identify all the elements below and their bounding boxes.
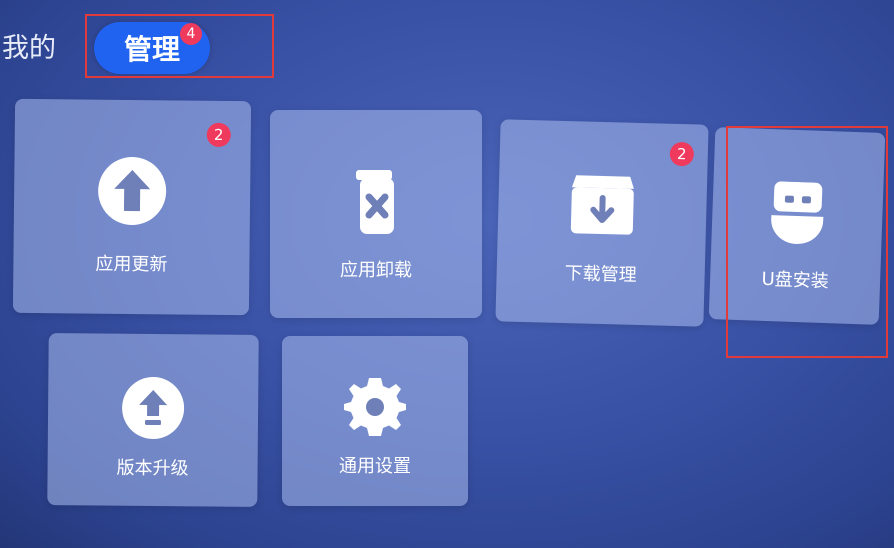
highlight-box-usb bbox=[726, 126, 888, 358]
tile-badge-app-update: 2 bbox=[206, 122, 231, 148]
tile-label-app-uninstall: 应用卸载 bbox=[340, 260, 412, 281]
upload-circle-icon bbox=[98, 157, 167, 226]
upgrade-circle-icon bbox=[122, 377, 185, 440]
tile-app-uninstall[interactable]: 应用卸载 bbox=[270, 110, 482, 318]
tab-mine[interactable]: 我的 bbox=[2, 26, 56, 65]
download-box-icon bbox=[570, 175, 634, 235]
tile-label-app-update: 应用更新 bbox=[95, 253, 168, 276]
management-screen: 我的 管理 4 应用更新 2 应用卸载 下载管理 2 U盘安装 版本升级 通用设… bbox=[0, 0, 894, 548]
tile-version-upgrade[interactable]: 版本升级 bbox=[47, 333, 259, 507]
tile-download-manage[interactable]: 下载管理 2 bbox=[495, 119, 709, 327]
tile-label-general-settings: 通用设置 bbox=[339, 456, 411, 477]
tile-badge-download-manage: 2 bbox=[669, 141, 695, 167]
tile-general-settings[interactable]: 通用设置 bbox=[282, 336, 468, 506]
trash-icon bbox=[356, 170, 394, 234]
tile-app-update[interactable]: 应用更新 2 bbox=[12, 98, 252, 316]
tile-label-download-manage: 下载管理 bbox=[564, 263, 637, 286]
highlight-box-tab bbox=[85, 14, 274, 78]
gear-icon bbox=[344, 378, 406, 436]
tile-label-version-upgrade: 版本升级 bbox=[116, 457, 189, 480]
